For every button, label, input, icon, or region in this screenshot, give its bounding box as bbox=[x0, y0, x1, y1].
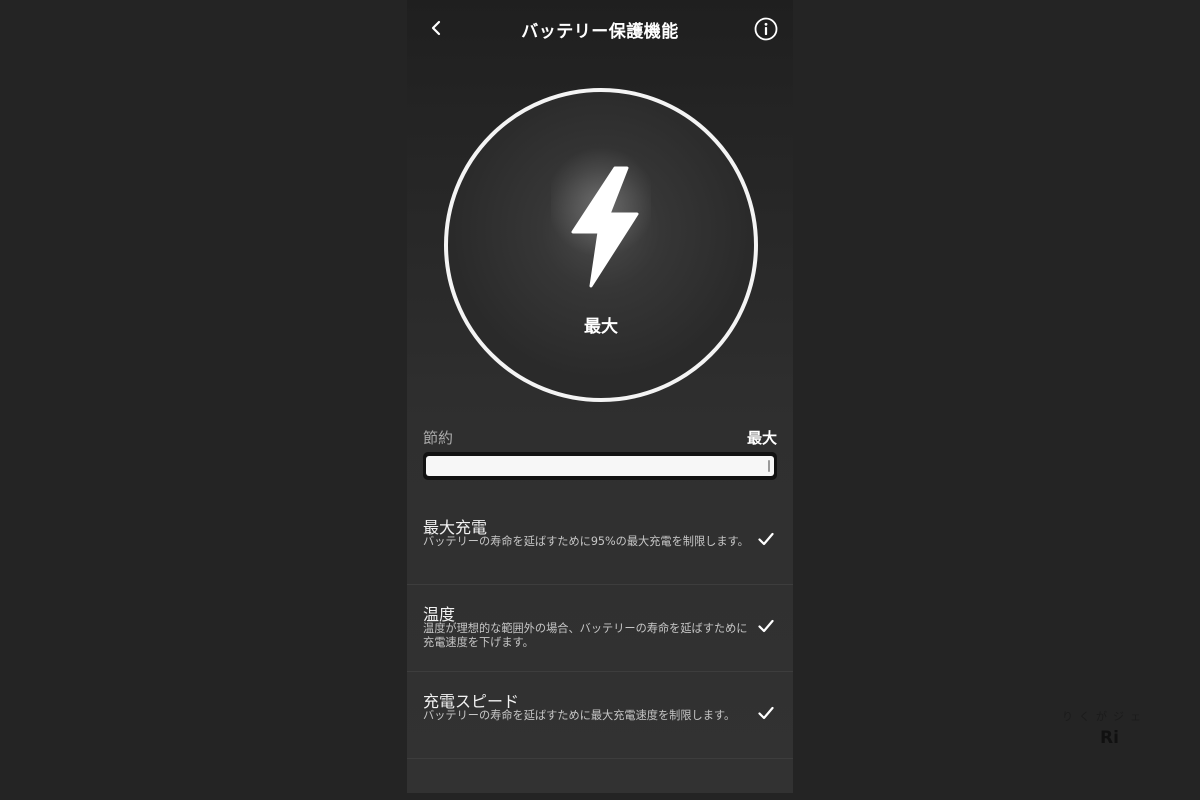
option-description: 温度が理想的な範囲外の場合、バッテリーの寿命を延ばすために充電速度を下げます。 bbox=[423, 622, 748, 649]
checkmark-icon bbox=[758, 619, 774, 633]
option-charge-speed[interactable]: 充電スピード バッテリーの寿命を延ばすために最大充電速度を制限します。 bbox=[407, 672, 793, 759]
slider-max-label: 最大 bbox=[746, 429, 777, 447]
lightning-bolt-icon bbox=[571, 166, 639, 288]
page-title: バッテリー保護機能 bbox=[521, 22, 679, 42]
info-button[interactable] bbox=[754, 17, 778, 41]
slider-min-label: 節約 bbox=[423, 429, 454, 447]
option-description: バッテリーの寿命を延ばすために最大充電速度を制限します。 bbox=[423, 709, 736, 722]
watermark: りくがジェ Ri bbox=[1062, 708, 1162, 752]
mode-label: 最大 bbox=[584, 317, 618, 337]
option-temperature[interactable]: 温度 温度が理想的な範囲外の場合、バッテリーの寿命を延ばすために充電速度を下げま… bbox=[407, 585, 793, 672]
info-icon bbox=[754, 17, 778, 41]
charge-mode-circle: 最大 bbox=[444, 88, 758, 402]
protection-level-slider[interactable] bbox=[423, 452, 777, 480]
app-header: バッテリー保護機能 bbox=[407, 0, 793, 58]
watermark-text: りくがジェ bbox=[1062, 710, 1147, 723]
slider-labels: 節約 最大 bbox=[423, 427, 777, 447]
slider-fill bbox=[426, 456, 774, 476]
app-screen: バッテリー保護機能 最大 節約 最大 最大充電 バッテリーの寿命を延ばすために9… bbox=[407, 0, 793, 793]
slider-thumb[interactable] bbox=[768, 460, 770, 472]
checkmark-icon bbox=[758, 706, 774, 720]
option-description: バッテリーの寿命を延ばすために95%の最大充電を制限します。 bbox=[423, 535, 749, 548]
checkmark-icon bbox=[758, 532, 774, 546]
option-max-charge[interactable]: 最大充電 バッテリーの寿命を延ばすために95%の最大充電を制限します。 bbox=[407, 498, 793, 585]
watermark-logo: Ri bbox=[1100, 728, 1119, 748]
